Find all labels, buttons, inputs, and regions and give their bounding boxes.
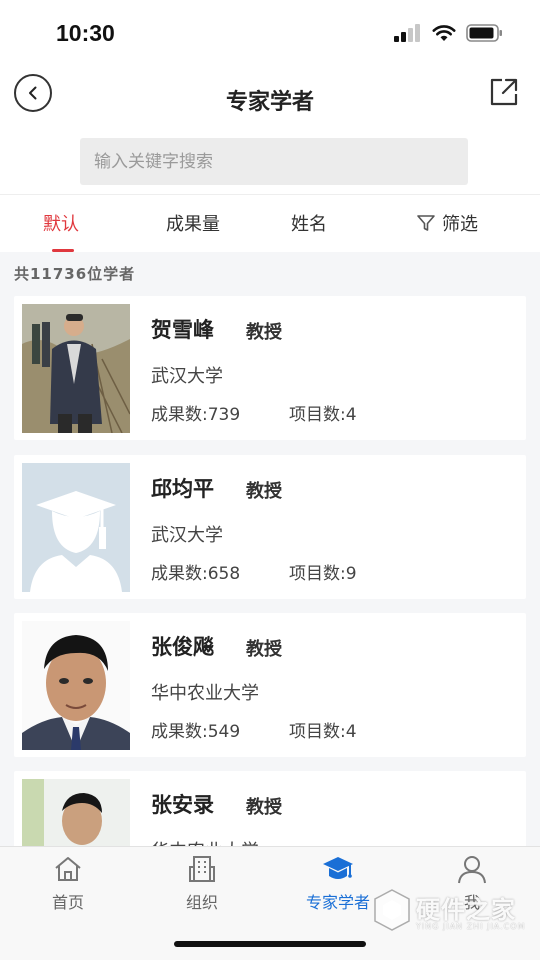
tabbar-label: 首页 — [51, 893, 84, 912]
achievement-count: 成果数:658 — [151, 564, 241, 584]
scholar-title: 教授 — [246, 797, 282, 818]
page-title: 专家学者 — [225, 90, 314, 115]
tab-achievement-count[interactable]: 成果量 — [166, 210, 220, 236]
scholar-list[interactable]: 共11736位学者 贺雪峰 教授 武汉大学 成果数:739 项目数:4 邱均平 … — [0, 252, 540, 848]
share-icon — [490, 78, 518, 106]
tab-name[interactable]: 姓名 — [291, 210, 327, 236]
project-count: 项目数:4 — [289, 405, 357, 425]
default-avatar-icon — [22, 463, 130, 592]
scholar-org: 武汉大学 — [151, 525, 223, 546]
filter-label: 筛选 — [442, 214, 478, 235]
tabbar-item-home[interactable]: 首页 — [8, 847, 128, 917]
home-icon — [55, 857, 81, 881]
filter-icon — [417, 215, 435, 231]
project-count: 项目数:9 — [289, 564, 357, 584]
scholar-org: 华中农业大学 — [151, 683, 259, 704]
scholar-title: 教授 — [246, 322, 282, 343]
scholar-card[interactable]: 贺雪峰 教授 武汉大学 成果数:739 项目数:4 — [14, 296, 526, 440]
scholar-name: 贺雪峰 — [151, 318, 214, 342]
scholar-photo — [22, 304, 130, 433]
building-icon — [189, 856, 215, 882]
scholar-name: 邱均平 — [151, 477, 214, 501]
watermark-logo-icon — [374, 889, 410, 931]
search-box[interactable] — [80, 138, 468, 185]
signal-icon — [394, 24, 420, 42]
tabbar-item-organization[interactable]: 组织 — [142, 847, 262, 917]
scholar-name: 张俊飚 — [151, 635, 214, 659]
scholar-org: 武汉大学 — [151, 366, 223, 387]
tab-default[interactable]: 默认 — [43, 210, 79, 236]
watermark: 硬件之家 YING JIAN ZHI JIA.COM — [372, 888, 532, 938]
scholar-title: 教授 — [246, 639, 282, 660]
filter-button[interactable]: 筛选 — [416, 210, 478, 236]
project-count: 项目数:4 — [289, 722, 357, 742]
achievement-count: 成果数:739 — [151, 405, 241, 425]
header: 专家学者 — [0, 64, 540, 134]
share-button[interactable] — [488, 76, 520, 108]
home-indicator — [174, 941, 366, 947]
scholar-photo — [22, 779, 130, 848]
scholar-title: 教授 — [246, 481, 282, 502]
achievement-count: 成果数:549 — [151, 722, 241, 742]
graduation-cap-icon — [323, 857, 353, 879]
status-bar: 10:30 — [0, 0, 540, 64]
user-icon — [458, 856, 486, 884]
watermark-text: 硬件之家 — [416, 896, 516, 924]
battery-icon — [466, 24, 502, 42]
scholar-card[interactable]: 邱均平 教授 武汉大学 成果数:658 项目数:9 — [14, 455, 526, 599]
sort-tabs: 默认 成果量 姓名 筛选 — [0, 194, 540, 252]
scholar-card[interactable]: 张安录 教授 华中农业大学 — [14, 771, 526, 848]
status-time: 10:30 — [56, 20, 115, 46]
status-icons — [394, 24, 504, 42]
scholar-photo — [22, 621, 130, 750]
tabbar-label: 组织 — [185, 893, 218, 912]
scholar-name: 张安录 — [151, 793, 214, 817]
search-input[interactable] — [94, 151, 468, 172]
scholar-card[interactable]: 张俊飚 教授 华中农业大学 成果数:549 项目数:4 — [14, 613, 526, 757]
wifi-icon — [432, 25, 456, 41]
scholar-count: 共11736位学者 — [14, 265, 136, 283]
watermark-subtext: YING JIAN ZHI JIA.COM — [416, 922, 526, 931]
